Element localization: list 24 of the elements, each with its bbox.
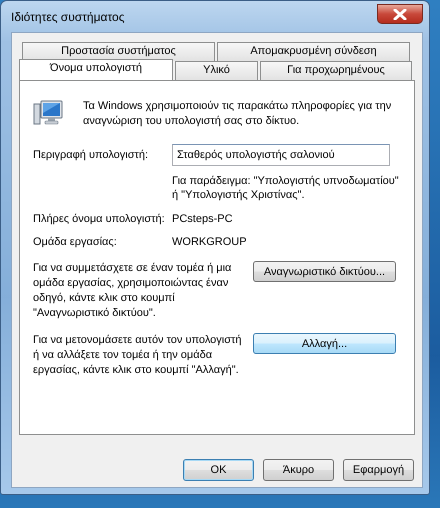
instruction-text: Για να συμμετάσχετε σε έναν τομέα ή μια ομάδα εργασίας, χρησιμοποιώντας έναν οδηγό, κάντε κλικ στο κουμπί "Αναγνωριστικό δικτύου". [33, 261, 232, 321]
action-button[interactable]: Αλλαγή... [253, 333, 396, 354]
tab[interactable]: Υλικό [175, 61, 258, 80]
tab[interactable]: Απομακρυσμένη σύνδεση [217, 42, 410, 61]
field-label: Ομάδα εργασίας: [33, 236, 118, 248]
close-button[interactable] [377, 4, 423, 24]
window-title: Ιδιότητες συστήματος [11, 10, 124, 24]
field-value: WORKGROUP [172, 236, 247, 248]
field-label: Περιγραφή υπολογιστή: [33, 149, 150, 161]
field-value: PCsteps-PC [172, 213, 233, 225]
field-label: Πλήρες όνομα υπολογιστή: [33, 213, 166, 225]
description-field[interactable]: Σταθερός υπολογιστής σαλονιού [172, 144, 390, 166]
action-button[interactable]: Αναγνωριστικό δικτύου... [253, 261, 396, 282]
intro-text: Τα Windows χρησιμοποιούν τις παρακάτω πληροφορίες για την αναγνώριση του υπολογιστή σας στο δίκτυο. [83, 99, 392, 129]
instruction-text: Για να μετονομάσετε αυτόν τον υπολογιστή ή να αλλάξετε τον τομέα ή την ομάδα εργασίας, κάντε κλικ στο κουμπί "Αλλαγή". [33, 333, 242, 378]
dialog-button[interactable]: OK [183, 459, 254, 481]
computer-icon [33, 100, 63, 126]
tab[interactable]: Όνομα υπολογιστή [19, 59, 173, 80]
hint-text: Για παράδειγμα: "Υπολογιστής υπνοδωματίου" ή "Υπολογιστής Χριστίνας". [172, 174, 400, 202]
tab[interactable]: Προστασία συστήματος [22, 42, 215, 61]
dialog-button[interactable]: Εφαρμογή [343, 459, 414, 481]
tab[interactable]: Για προχωρημένους [260, 61, 412, 80]
dialog-button[interactable]: Άκυρο [263, 459, 334, 481]
close-icon [393, 8, 407, 20]
